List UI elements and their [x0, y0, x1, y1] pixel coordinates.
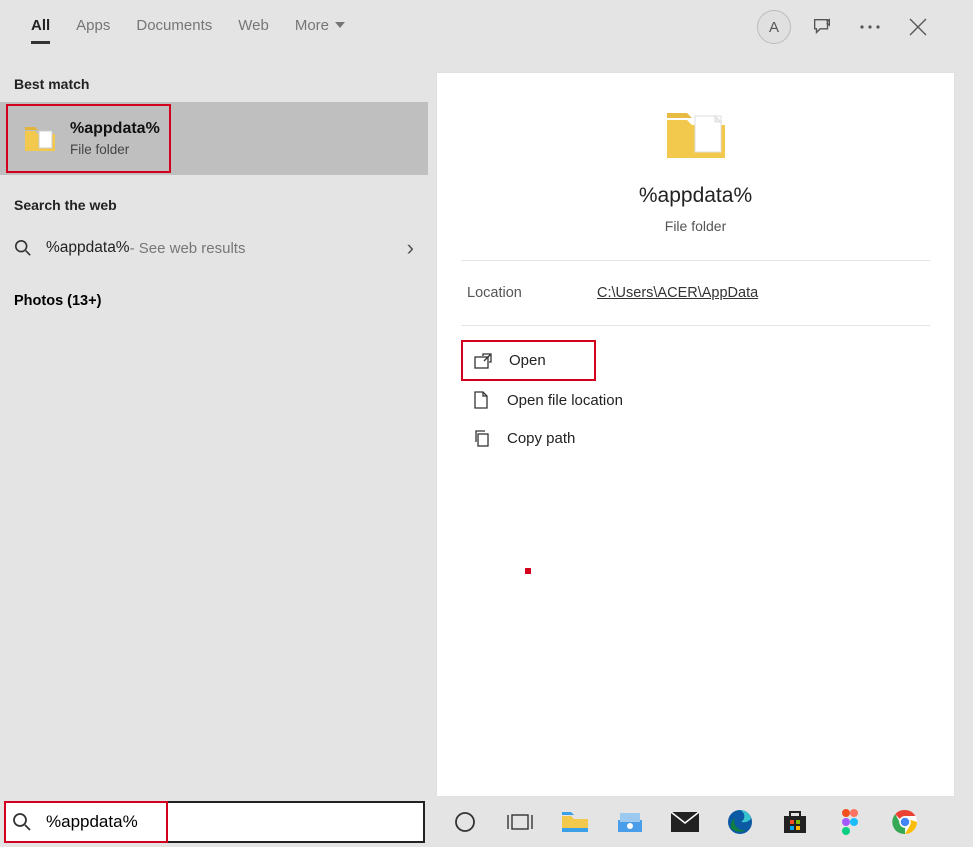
- web-result-term: %appdata%: [46, 239, 130, 257]
- open-action[interactable]: Open: [461, 340, 596, 381]
- chevron-right-icon: ›: [407, 235, 414, 261]
- location-path[interactable]: C:\Users\ACER\AppData: [597, 285, 758, 301]
- cortana-icon[interactable]: [437, 797, 492, 847]
- task-view-icon[interactable]: [492, 797, 547, 847]
- best-match-header: Best match: [0, 54, 428, 102]
- settings-app-icon[interactable]: [602, 797, 657, 847]
- folder-icon: [24, 125, 56, 153]
- copy-icon: [469, 429, 493, 447]
- tab-apps[interactable]: Apps: [63, 3, 123, 52]
- tab-all[interactable]: All: [18, 3, 63, 52]
- best-match-title: %appdata%: [70, 120, 160, 138]
- taskbar: [0, 797, 973, 847]
- more-options-icon[interactable]: [855, 12, 885, 42]
- edge-icon[interactable]: [712, 797, 767, 847]
- detail-subtitle: File folder: [665, 218, 726, 234]
- best-match-result[interactable]: %appdata% File folder: [6, 104, 171, 173]
- best-match-subtitle: File folder: [70, 142, 160, 157]
- photos-section[interactable]: Photos (13+): [0, 273, 428, 329]
- search-icon: [12, 812, 40, 832]
- user-avatar[interactable]: A: [757, 10, 791, 44]
- tab-web[interactable]: Web: [225, 3, 282, 52]
- tab-documents[interactable]: Documents: [123, 3, 225, 52]
- detail-title: %appdata%: [639, 184, 752, 208]
- folder-icon: [665, 108, 727, 162]
- file-location-icon: [469, 391, 493, 409]
- web-result-sub: - See web results: [130, 240, 246, 257]
- open-label: Open: [509, 352, 546, 369]
- search-web-result[interactable]: %appdata% - See web results ›: [0, 223, 428, 273]
- mail-icon[interactable]: [657, 797, 712, 847]
- search-tabs: All Apps Documents Web More A: [0, 0, 969, 54]
- search-web-header: Search the web: [0, 175, 428, 223]
- copy-path-label: Copy path: [507, 430, 575, 447]
- open-icon: [471, 353, 495, 369]
- copy-path-action[interactable]: Copy path: [461, 419, 930, 457]
- search-icon: [14, 239, 36, 257]
- feedback-icon[interactable]: [807, 12, 837, 42]
- figma-icon[interactable]: [822, 797, 877, 847]
- tab-more[interactable]: More: [282, 3, 358, 52]
- file-explorer-icon[interactable]: [547, 797, 602, 847]
- location-label: Location: [467, 285, 597, 301]
- annotation-dot: [525, 568, 531, 574]
- search-input[interactable]: [40, 812, 423, 832]
- open-location-label: Open file location: [507, 392, 623, 409]
- close-icon[interactable]: [903, 12, 933, 42]
- taskbar-search[interactable]: [4, 801, 425, 843]
- open-location-action[interactable]: Open file location: [461, 381, 930, 419]
- store-icon[interactable]: [767, 797, 822, 847]
- chrome-icon[interactable]: [877, 797, 932, 847]
